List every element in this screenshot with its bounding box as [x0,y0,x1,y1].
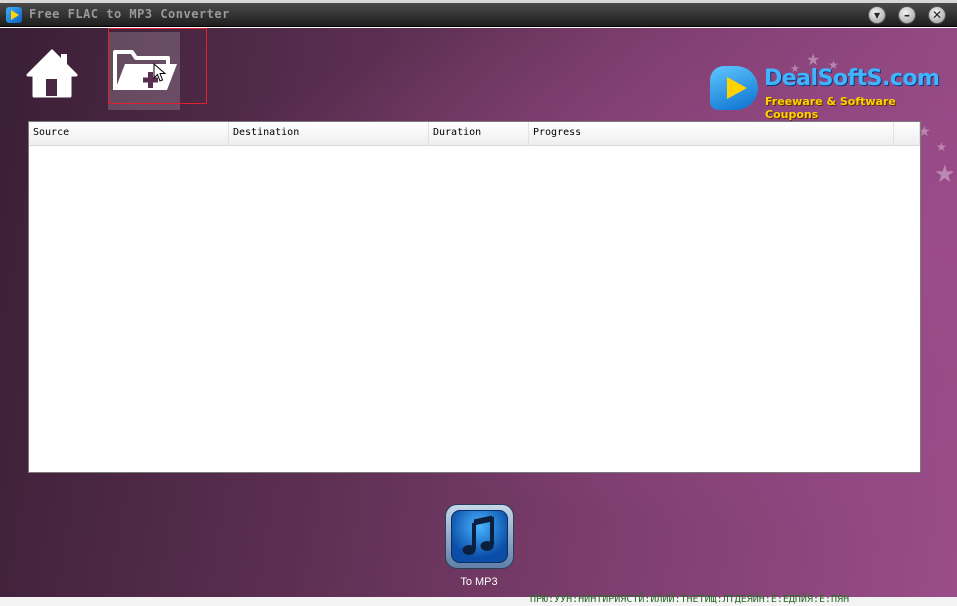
file-list-header: Source Destination Duration Progress [29,122,920,146]
menu-dropdown-button[interactable]: ▾ [868,6,886,24]
background-window-bottom: ПРЮ:УУН:НИНТИРИЯСТЙ:ИЛИЙ:ТНЕТИЩ:ЛТДЕЯЙН:… [0,594,957,606]
mouse-cursor-icon [153,63,167,82]
column-header-destination[interactable]: Destination [229,122,429,145]
decorative-star-icon: ★ [936,140,947,154]
decorative-star-icon: ★ [934,160,956,188]
home-icon [26,49,78,98]
music-note-icon [462,515,494,555]
dealsofts-logo[interactable]: DealSoftS.com Freeware & Software Coupon… [706,60,940,121]
app-window: Free FLAC to MP3 Converter ▾ – ✕ DealSof… [0,3,957,598]
dealsofts-logo-icon [710,66,758,110]
minimize-button[interactable]: – [898,6,916,24]
file-list[interactable]: Source Destination Duration Progress [28,121,921,473]
logo-tagline: Freeware & Software Coupons [765,95,896,121]
app-logo-icon [6,7,22,23]
home-button[interactable] [24,46,84,106]
decorative-star-icon: ★ [806,50,821,69]
background-window-text: ПРЮ:УУН:НИНТИРИЯСТЙ:ИЛИЙ:ТНЕТИЩ:ЛТДЕЯЙН:… [530,594,850,605]
column-header-source[interactable]: Source [29,122,229,145]
decorative-star-icon: ★ [790,62,800,75]
title-bar[interactable]: Free FLAC to MP3 Converter ▾ – ✕ [0,3,957,27]
convert-button-label: To MP3 [460,576,498,588]
column-header-progress[interactable]: Progress [529,122,894,145]
convert-button-face [451,510,508,563]
column-header-extra [894,122,920,145]
window-title: Free FLAC to MP3 Converter [29,7,230,21]
convert-to-mp3-button[interactable] [445,504,514,569]
decorative-star-icon: ★ [828,58,839,72]
close-button[interactable]: ✕ [928,6,946,24]
column-header-duration[interactable]: Duration [429,122,529,145]
main-panel: DealSoftS.com Freeware & Software Coupon… [0,28,957,598]
